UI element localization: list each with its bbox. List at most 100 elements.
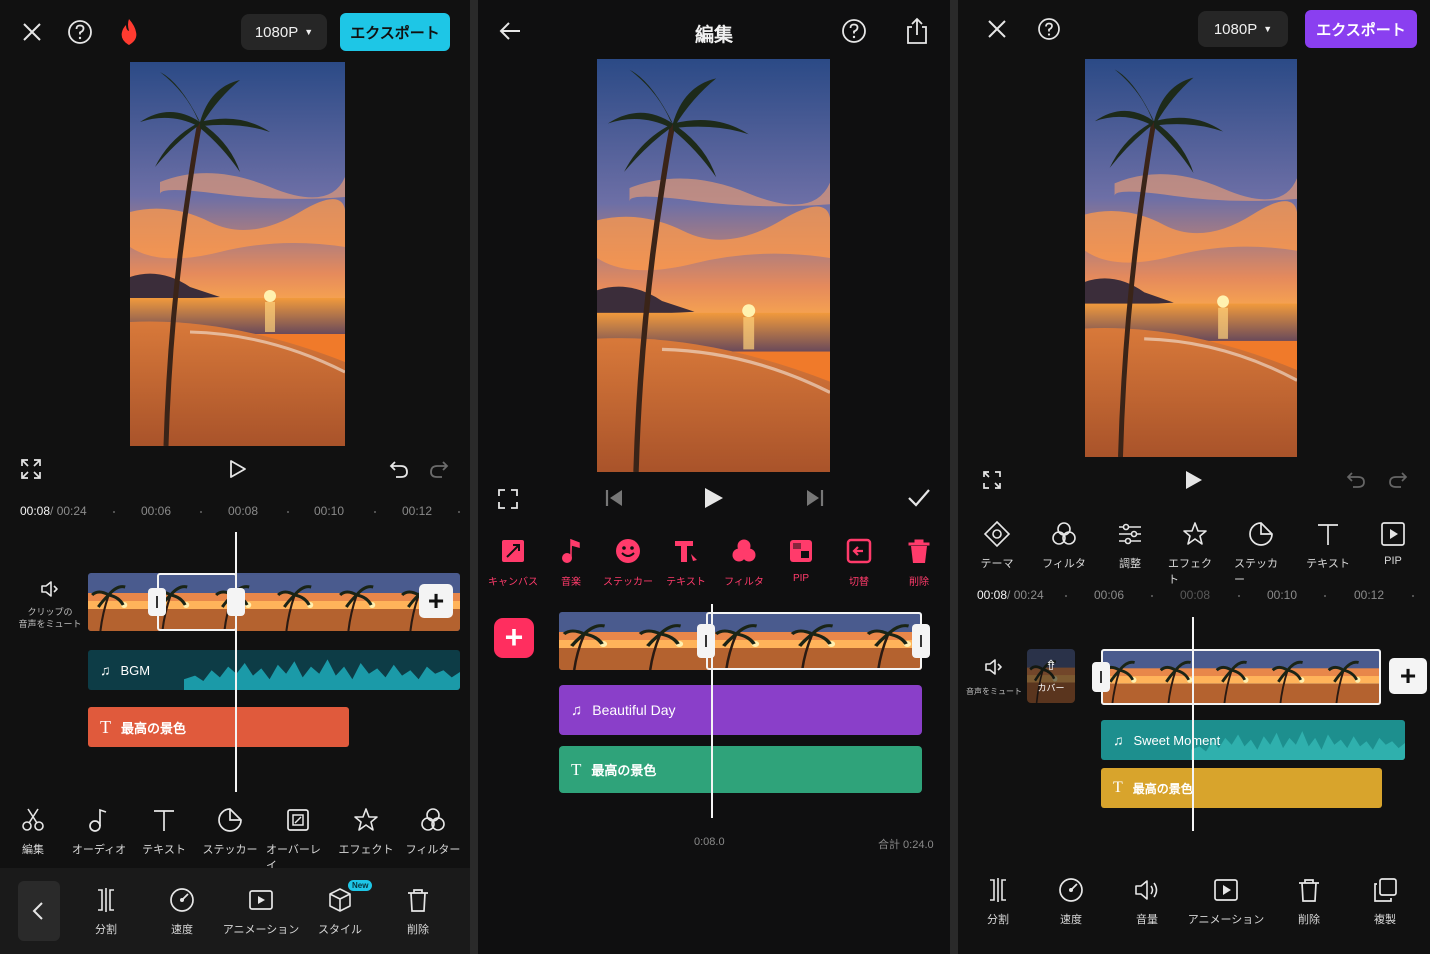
music-track[interactable]: ♫ Beautiful Day bbox=[559, 685, 922, 735]
fullscreen-icon[interactable] bbox=[20, 458, 42, 480]
tool-text[interactable]: テキスト bbox=[140, 806, 188, 857]
fullscreen-icon[interactable] bbox=[982, 470, 1002, 490]
effect-star-icon bbox=[1181, 520, 1209, 548]
time-current: 0:08.0 bbox=[694, 836, 725, 848]
tool-filter[interactable]: フィルター bbox=[404, 806, 462, 857]
trim-handle-right[interactable] bbox=[912, 624, 930, 658]
video-clip-strip[interactable] bbox=[88, 573, 460, 631]
tool-delete[interactable]: 削除 bbox=[902, 537, 936, 588]
audio-waveform bbox=[1191, 731, 1405, 760]
cover-button[interactable]: ⇮ カバー bbox=[1027, 649, 1075, 703]
back-arrow-icon[interactable] bbox=[498, 18, 524, 44]
tool-label: 削除 bbox=[407, 924, 429, 936]
selected-clip-frame[interactable] bbox=[1101, 649, 1381, 705]
tool-sticker[interactable]: ステッカー bbox=[202, 806, 258, 857]
tool-adjust[interactable]: 調整 bbox=[1112, 520, 1148, 571]
tool-text[interactable]: テキスト bbox=[662, 537, 710, 588]
editor-panel-middle: 編集 キャンバス 音楽 ステッカー テキスト フィルタ PIP 切替 削除 + … bbox=[478, 0, 950, 954]
selected-clip-frame[interactable] bbox=[706, 612, 922, 670]
play-icon[interactable] bbox=[1182, 469, 1204, 491]
tool-overlay[interactable]: オーバーレイ bbox=[266, 806, 330, 873]
tool-label: フィルタ bbox=[724, 577, 764, 588]
tool-volume[interactable]: 音量 bbox=[1130, 876, 1164, 927]
help-icon[interactable] bbox=[1037, 17, 1061, 41]
tool-effect[interactable]: エフェクト bbox=[338, 806, 394, 857]
tick-label: 00:06 bbox=[1094, 588, 1125, 602]
add-media-button[interactable]: + bbox=[494, 618, 534, 658]
flame-icon[interactable] bbox=[117, 18, 141, 46]
animation-icon bbox=[1212, 876, 1240, 904]
text-track[interactable]: T 最高の景色 bbox=[88, 707, 349, 747]
playhead[interactable] bbox=[1192, 617, 1194, 831]
play-icon[interactable] bbox=[700, 485, 726, 511]
tool-delete[interactable]: 削除 bbox=[1292, 876, 1326, 927]
checkmark-icon[interactable] bbox=[906, 486, 932, 510]
tool-filter[interactable]: フィルタ bbox=[1042, 520, 1086, 571]
tool-animation[interactable]: アニメーション bbox=[1186, 876, 1266, 927]
playhead[interactable] bbox=[711, 604, 713, 818]
playhead[interactable] bbox=[235, 532, 237, 792]
undo-icon[interactable] bbox=[1346, 470, 1366, 490]
filter-icon bbox=[730, 537, 758, 565]
play-icon[interactable] bbox=[226, 458, 248, 480]
tool-sticker[interactable]: ステッカー bbox=[1234, 520, 1288, 587]
back-chevron-icon[interactable] bbox=[18, 881, 60, 941]
tool-sticker[interactable]: ステッカー bbox=[600, 537, 656, 588]
mute-audio-button[interactable]: 音声をミュート bbox=[962, 656, 1026, 697]
tool-split[interactable]: 分割 bbox=[88, 886, 124, 937]
tool-text[interactable]: テキスト bbox=[1306, 520, 1350, 571]
tool-edit[interactable]: 編集 bbox=[14, 806, 52, 857]
tool-label: 分割 bbox=[987, 914, 1009, 926]
speed-icon bbox=[1057, 876, 1085, 904]
skip-back-icon[interactable] bbox=[603, 487, 625, 509]
resolution-dropdown[interactable]: 1080P ▼ bbox=[1198, 11, 1288, 47]
redo-icon[interactable] bbox=[1388, 470, 1408, 490]
help-icon[interactable] bbox=[841, 18, 867, 44]
share-icon[interactable] bbox=[904, 17, 930, 45]
tool-pip[interactable]: PIP bbox=[1376, 520, 1410, 567]
sticker-smile-icon bbox=[614, 537, 642, 565]
undo-icon[interactable] bbox=[388, 458, 410, 480]
resolution-dropdown[interactable]: 1080P ▼ bbox=[241, 14, 327, 50]
trim-handle-left[interactable] bbox=[1092, 662, 1110, 692]
tool-speed[interactable]: 速度 bbox=[164, 886, 200, 937]
close-icon[interactable] bbox=[986, 18, 1008, 40]
text-track[interactable]: T 最高の景色 bbox=[559, 746, 922, 793]
tool-delete[interactable]: 削除 bbox=[400, 886, 436, 937]
tool-effect[interactable]: エフェクト bbox=[1168, 520, 1222, 587]
tool-audio[interactable]: オーディオ bbox=[70, 806, 128, 857]
tool-duplicate[interactable]: 複製 bbox=[1368, 876, 1402, 927]
export-button[interactable]: エクスポート bbox=[1305, 10, 1417, 48]
trim-handle-left[interactable] bbox=[148, 588, 166, 616]
tool-theme[interactable]: テーマ bbox=[978, 520, 1016, 571]
tool-label: オーディオ bbox=[71, 844, 127, 856]
tool-filter[interactable]: フィルタ bbox=[720, 537, 768, 588]
skip-forward-icon[interactable] bbox=[804, 487, 826, 509]
tool-label: アニメーション bbox=[1187, 914, 1265, 926]
text-icon: T bbox=[1113, 779, 1123, 796]
music-track[interactable]: ♫ Sweet Moment bbox=[1101, 720, 1405, 760]
tool-music[interactable]: 音楽 bbox=[554, 537, 588, 588]
tool-animation[interactable]: アニメーション bbox=[222, 886, 300, 937]
add-clip-button[interactable]: + bbox=[1389, 658, 1427, 694]
tool-pip[interactable]: PIP bbox=[784, 537, 818, 584]
volume-icon bbox=[1133, 876, 1161, 904]
tool-transition[interactable]: 切替 bbox=[842, 537, 876, 588]
tool-canvas[interactable]: キャンバス bbox=[486, 537, 540, 588]
close-icon[interactable] bbox=[20, 20, 44, 44]
tool-speed[interactable]: 速度 bbox=[1054, 876, 1088, 927]
help-icon[interactable] bbox=[67, 19, 93, 45]
tool-split[interactable]: 分割 bbox=[982, 876, 1014, 927]
tool-style[interactable]: スタイル bbox=[314, 886, 366, 937]
text-track[interactable]: T 最高の景色 bbox=[1101, 768, 1382, 808]
selected-clip-frame[interactable] bbox=[157, 573, 237, 631]
total-duration: 合計 0:24.0 bbox=[878, 839, 934, 851]
mute-clip-audio-button[interactable]: クリップの 音声をミュート bbox=[14, 578, 86, 630]
bgm-track[interactable]: ♫ BGM bbox=[88, 650, 460, 690]
time-current: 00:08 bbox=[977, 588, 1008, 602]
music-note-icon: ♫ bbox=[571, 701, 583, 719]
fullscreen-icon[interactable] bbox=[497, 488, 519, 510]
export-button[interactable]: エクスポート bbox=[340, 13, 450, 51]
redo-icon[interactable] bbox=[428, 458, 450, 480]
add-clip-button[interactable]: + bbox=[419, 584, 453, 618]
